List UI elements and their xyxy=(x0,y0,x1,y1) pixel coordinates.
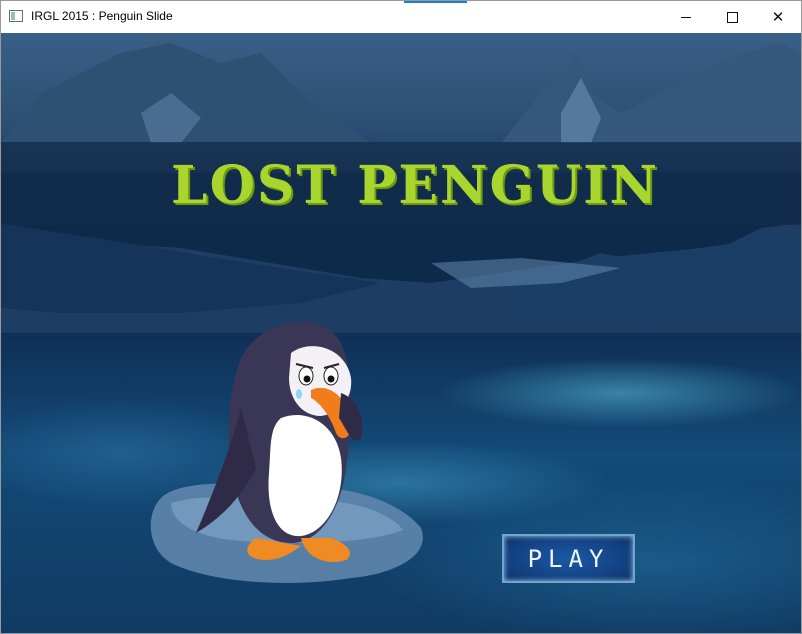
play-button[interactable]: PLAY xyxy=(502,534,635,583)
title-bar[interactable]: IRGL 2015 : Penguin Slide ✕ xyxy=(1,1,801,33)
minimize-button[interactable] xyxy=(663,1,709,33)
minimize-icon xyxy=(681,16,691,18)
maximize-icon xyxy=(726,11,738,23)
game-window: IRGL 2015 : Penguin Slide ✕ LOST PENGUIN xyxy=(0,0,802,634)
window-title: IRGL 2015 : Penguin Slide xyxy=(31,9,173,23)
app-icon xyxy=(9,10,23,22)
close-icon: ✕ xyxy=(771,7,785,26)
title-accent xyxy=(404,1,467,3)
close-button[interactable]: ✕ xyxy=(755,1,801,33)
play-label: PLAY xyxy=(527,544,610,573)
game-canvas[interactable]: LOST PENGUIN PLAY xyxy=(1,33,801,633)
game-title: LOST PENGUIN xyxy=(171,155,660,216)
maximize-button[interactable] xyxy=(709,1,755,33)
penguin-on-ice xyxy=(150,321,423,583)
